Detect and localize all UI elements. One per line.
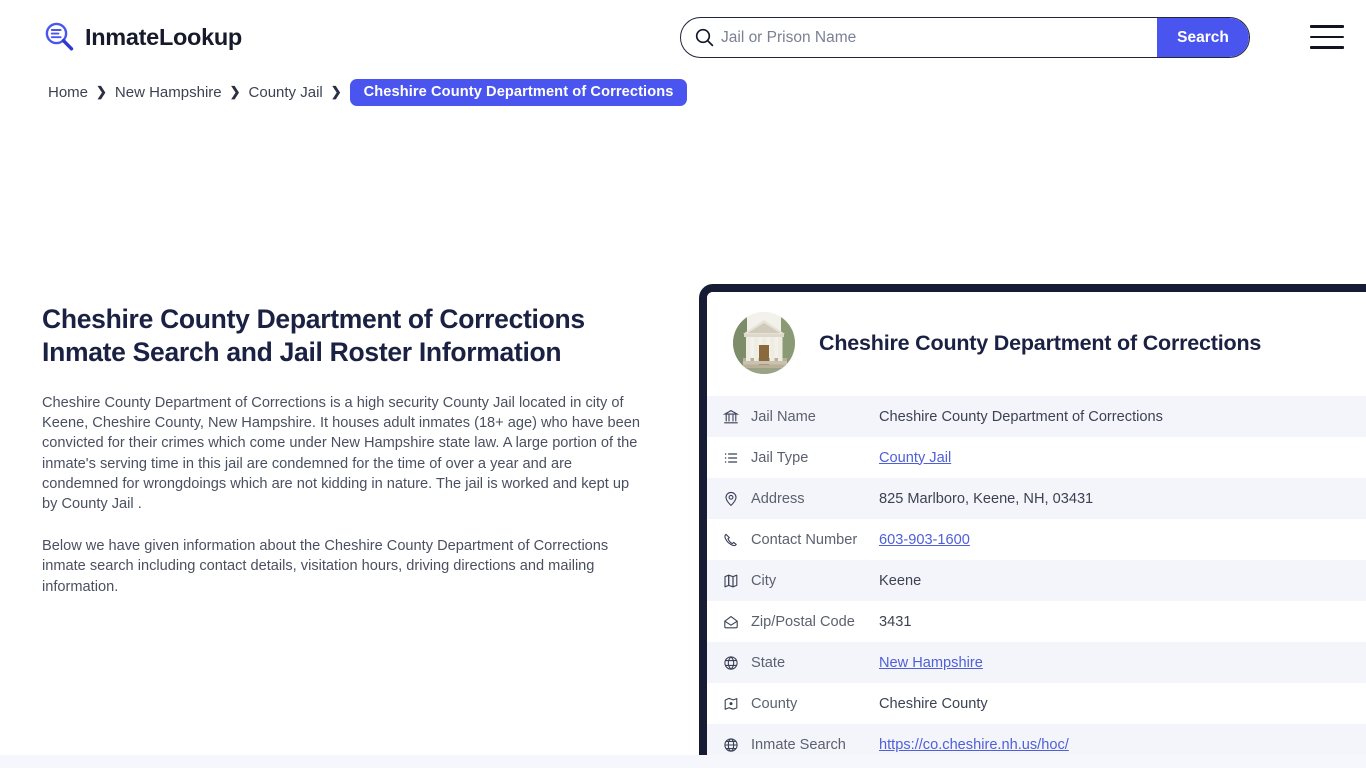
inmate-search-link[interactable]: https://co.cheshire.nh.us/hoc/ [879, 737, 1069, 753]
breadcrumb-item-current: Cheshire County Department of Correction… [349, 78, 688, 106]
row-value: Cheshire County Department of Correction… [879, 408, 1163, 425]
row-label: County [751, 695, 798, 712]
menu-bar-3 [1310, 46, 1344, 49]
state-link[interactable]: New Hampshire [879, 655, 983, 671]
article-column: Cheshire County Department of Correction… [42, 303, 642, 597]
row-label: Address [751, 490, 805, 507]
jail-details-table: Jail Name Cheshire County Department of … [707, 396, 1366, 765]
table-row: Jail Type County Jail [707, 437, 1366, 478]
row-value: 603-903-1600 [879, 532, 1366, 548]
table-row: County Cheshire County [707, 683, 1366, 724]
row-value: https://co.cheshire.nh.us/hoc/ [879, 737, 1366, 753]
bank-icon [723, 409, 751, 425]
row-value: Keene [879, 572, 922, 589]
table-row: City Keene [707, 560, 1366, 601]
hamburger-menu-icon[interactable] [1310, 23, 1344, 51]
search-bar[interactable]: Search [680, 17, 1250, 58]
breadcrumb-item-state[interactable]: New Hampshire [115, 84, 222, 101]
row-value: 825 Marlboro, Keene, NH, 03431 [879, 490, 1094, 507]
jail-type-link[interactable]: County Jail [879, 450, 951, 466]
breadcrumb-item-home[interactable]: Home [48, 84, 88, 101]
search-input[interactable] [721, 18, 1157, 57]
contact-number-link[interactable]: 603-903-1600 [879, 532, 970, 548]
menu-bar-1 [1310, 25, 1344, 28]
map-icon [723, 573, 751, 589]
secondary-paragraph: Below we have given information about th… [42, 538, 609, 595]
row-label: Jail Name [751, 408, 816, 425]
page-title: Cheshire County Department of Correction… [42, 304, 585, 367]
brand-logo-link[interactable]: InmateLookup [42, 20, 242, 54]
intro-paragraph: Cheshire County Department of Correction… [42, 395, 641, 513]
menu-bar-2 [1310, 35, 1344, 39]
row-label: Inmate Search [751, 736, 846, 753]
site-header: InmateLookup Search [0, 0, 1366, 74]
table-row: Zip/Postal Code 3431 [707, 601, 1366, 642]
row-label: Contact Number [751, 531, 858, 548]
brand-name: InmateLookup [85, 23, 242, 50]
row-value: New Hampshire [879, 655, 1366, 671]
chevron-right-icon: ❯ [330, 84, 342, 99]
magnifier-list-logo-icon [42, 20, 76, 54]
table-row: Contact Number 603-903-1600 [707, 519, 1366, 560]
chevron-right-icon: ❯ [96, 84, 107, 99]
row-value: Cheshire County [879, 695, 988, 712]
row-label: Zip/Postal Code [751, 613, 855, 630]
jail-info-card: Cheshire County Department of Correction… [699, 284, 1366, 768]
chevron-right-icon: ❯ [229, 84, 241, 99]
card-header: Cheshire County Department of Correction… [707, 292, 1366, 396]
footer-band [0, 755, 1366, 768]
row-label: State [751, 654, 786, 671]
envelope-icon [723, 614, 751, 630]
phone-icon [723, 532, 751, 548]
table-row: Jail Name Cheshire County Department of … [707, 396, 1366, 437]
row-value: County Jail [879, 450, 1366, 466]
breadcrumb: Home ❯ New Hampshire ❯ County Jail ❯ Che… [0, 77, 1366, 107]
row-value: 3431 [879, 613, 912, 630]
search-icon [681, 28, 721, 47]
globe-icon [723, 655, 751, 671]
web-globe-icon [723, 737, 751, 753]
search-button[interactable]: Search [1157, 18, 1249, 57]
breadcrumb-item-jail-type[interactable]: County Jail [249, 84, 323, 101]
county-map-icon [723, 696, 751, 712]
row-label: Jail Type [751, 449, 809, 466]
location-pin-icon [723, 491, 751, 507]
table-row: State New Hampshire [707, 642, 1366, 683]
courthouse-building-photo [733, 312, 795, 374]
card-title: Cheshire County Department of Correction… [819, 330, 1262, 355]
table-row: Address 825 Marlboro, Keene, NH, 03431 [707, 478, 1366, 519]
list-icon [723, 450, 751, 466]
row-label: City [751, 572, 777, 589]
